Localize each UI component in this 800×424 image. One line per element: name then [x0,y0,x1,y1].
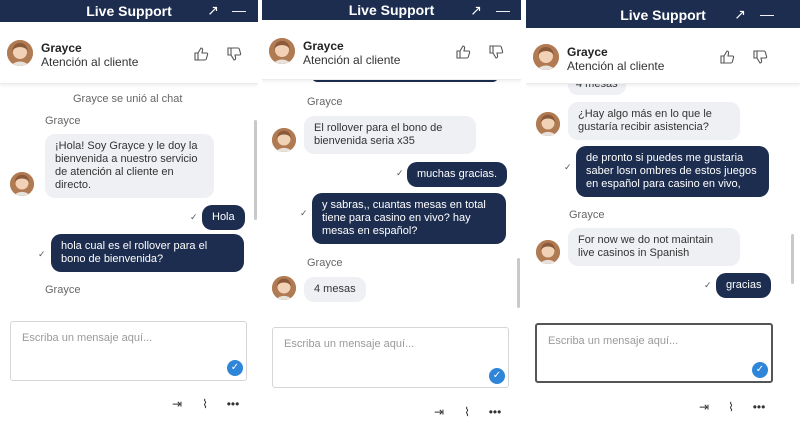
paperclip-icon[interactable]: ⌇ [460,405,474,419]
paperclip-icon[interactable]: ⌇ [198,397,212,411]
user-message: hola cual es el rollover para el bono de… [51,234,244,272]
scrollbar[interactable] [517,258,520,308]
ellipsis-icon[interactable]: ••• [488,405,502,419]
title-bar: Live Support ↗ — [262,0,521,22]
user-message: gracias [716,273,772,298]
sender-name: Grayce [45,284,81,296]
arrow-up-right-icon[interactable]: ↗ [733,6,747,22]
paperclip-icon[interactable]: ⌇ [724,400,738,414]
message-input[interactable]: Escriba un mensaje aquí... ✓ [535,323,773,383]
ellipsis-icon[interactable]: ••• [752,400,766,414]
agent-message: 4 mesas [304,277,366,302]
avatar [7,40,33,66]
agent-message: ¿Hay algo más en lo que le gustaría reci… [568,102,740,140]
chat-panel-2: Live Support ↗ — Grayce Atención al clie… [262,0,521,424]
agent-message: El rollover para el bono de bienvenida s… [304,116,476,154]
transfer-icon[interactable]: ⇥ [432,405,446,419]
arrow-up-right-icon[interactable]: ↗ [206,2,220,18]
chat-panel-1: Live Support ↗ — Grayce Atención al clie… [0,0,258,424]
agent-role: Atención al cliente [567,59,665,73]
thumbs-down-icon[interactable] [488,44,504,60]
agent-name: Grayce [567,45,608,59]
sender-name: Grayce [45,115,81,127]
message-input[interactable]: Escriba un mensaje aquí... ✓ [272,327,509,388]
agent-message: For now we do not maintain live casinos … [568,228,740,266]
thumbs-up-icon[interactable] [193,46,209,62]
check-icon: ✓ [564,162,572,172]
thumbs-down-icon[interactable] [226,46,242,62]
avatar [272,128,296,152]
check-icon: ✓ [190,212,198,222]
check-icon: ✓ [300,208,308,218]
transfer-icon[interactable]: ⇥ [170,397,184,411]
user-message: de pronto si puedes me gustaria saber lo… [576,146,769,197]
message-placeholder: Escriba un mensaje aquí... [22,332,153,344]
agent-name: Grayce [303,39,344,53]
user-message: muchas gracias. [407,162,508,187]
message-input[interactable]: Escriba un mensaje aquí... ✓ [10,321,247,381]
check-circle-icon[interactable]: ✓ [752,362,768,378]
chat-log[interactable]: Grayce se unió al chat Grayce ¡Hola! Soy… [0,84,258,314]
thumbs-down-icon[interactable] [752,49,768,65]
avatar [272,276,296,300]
ellipsis-icon[interactable]: ••• [226,397,240,411]
agent-name: Grayce [41,41,82,55]
scrollbar[interactable] [791,234,794,284]
agent-header: Grayce Atención al cliente [526,28,800,84]
agent-header: Grayce Atención al cliente [0,22,258,84]
avatar [533,44,559,70]
transfer-icon[interactable]: ⇥ [697,400,711,414]
arrow-up-right-icon[interactable]: ↗ [469,2,483,18]
thumbs-up-icon[interactable] [455,44,471,60]
avatar [10,172,34,196]
minus-icon[interactable]: — [232,2,246,18]
agent-message: ¡Hola! Soy Grayce y le doy la bienvenida… [45,134,214,198]
chat-log[interactable]: Grayce El rollover para el bono de bienv… [262,72,521,316]
check-icon: ✓ [38,249,46,259]
message-placeholder: Escriba un mensaje aquí... [284,338,415,350]
title-bar: Live Support ↗ — [526,0,800,28]
title-bar: Live Support ↗ — [0,0,258,22]
check-icon: ✓ [396,168,404,178]
message-placeholder: Escriba un mensaje aquí... [548,335,679,347]
scrollbar[interactable] [254,120,257,220]
chat-log[interactable]: 4 mesas ¿Hay algo más en lo que le gusta… [526,76,800,316]
agent-header: Grayce Atención al cliente [262,20,521,80]
minus-icon[interactable]: — [496,2,510,18]
sender-name: Grayce [569,209,605,221]
user-message: y sabras,, cuantas mesas en total tiene … [312,193,506,244]
chat-panel-3: Live Support ↗ — Grayce Atención al clie… [526,0,800,424]
avatar [536,240,560,264]
minus-icon[interactable]: — [760,6,774,22]
system-message: Grayce se unió al chat [73,93,183,105]
thumbs-up-icon[interactable] [719,49,735,65]
agent-role: Atención al cliente [303,53,401,67]
user-message: Hola [202,205,245,230]
sender-name: Grayce [307,257,343,269]
avatar [269,38,295,64]
avatar [536,112,560,136]
check-circle-icon[interactable]: ✓ [227,360,243,376]
sender-name: Grayce [307,96,343,108]
window-title: Live Support [620,7,706,23]
check-icon: ✓ [704,280,712,290]
agent-role: Atención al cliente [41,55,139,69]
check-circle-icon[interactable]: ✓ [489,368,505,384]
